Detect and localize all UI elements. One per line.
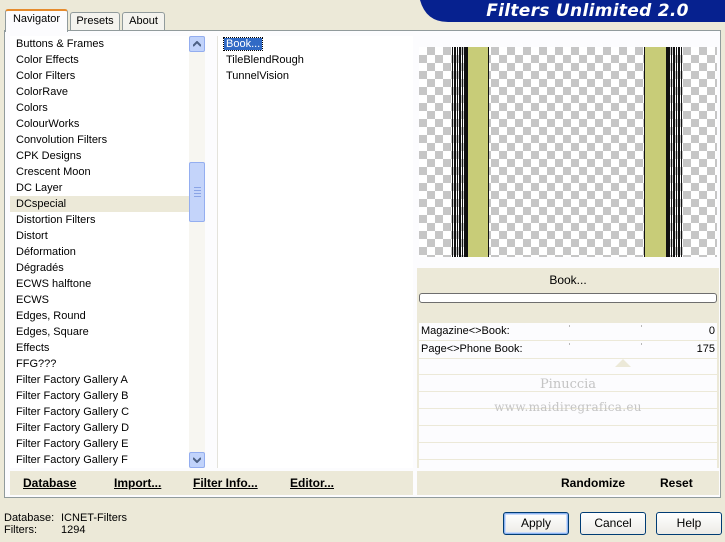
category-item[interactable]: Color Filters bbox=[10, 68, 205, 84]
grip-icon bbox=[194, 187, 201, 197]
scroll-thumb[interactable] bbox=[189, 162, 205, 222]
progress-bar bbox=[419, 293, 717, 303]
watermark-url: www.maidiregrafica.eu bbox=[494, 400, 642, 414]
tab-presets[interactable]: Presets bbox=[70, 12, 120, 31]
book-stripe bbox=[468, 47, 488, 257]
page-line bbox=[666, 47, 670, 257]
category-item[interactable]: CPK Designs bbox=[10, 148, 205, 164]
filter-preview bbox=[419, 47, 717, 257]
param-empty-row bbox=[419, 427, 717, 443]
category-item[interactable]: DCspecial bbox=[10, 196, 205, 212]
filter-item[interactable]: TileBlendRough bbox=[218, 52, 413, 68]
filter-list[interactable]: Book... TileBlendRough TunnelVision bbox=[217, 36, 413, 468]
param-magazine-book[interactable]: Magazine<>Book: 0 bbox=[419, 323, 717, 341]
database-button[interactable]: Database bbox=[23, 475, 76, 491]
page-line bbox=[671, 47, 672, 257]
slider-tick bbox=[641, 343, 642, 345]
slider-tick bbox=[569, 325, 570, 327]
scroll-down-button[interactable] bbox=[189, 452, 205, 468]
category-item[interactable]: FFG??? bbox=[10, 356, 205, 372]
category-item[interactable]: DC Layer bbox=[10, 180, 205, 196]
apply-button[interactable]: Apply bbox=[503, 512, 569, 535]
category-item[interactable]: Filter Factory Gallery D bbox=[10, 420, 205, 436]
status-filters-label: Filters: bbox=[4, 524, 37, 536]
category-item[interactable]: Distortion Filters bbox=[10, 212, 205, 228]
param-label: Page<>Phone Book: bbox=[421, 343, 523, 355]
page-line bbox=[462, 47, 463, 257]
param-value[interactable]: 0 bbox=[709, 323, 715, 340]
randomize-button[interactable]: Randomize bbox=[561, 475, 625, 491]
navigator-button-bar: Database Import... Filter Info... Editor… bbox=[10, 471, 413, 495]
book-preview-image bbox=[452, 47, 682, 257]
watermark-name: Pinuccia bbox=[539, 377, 597, 392]
title-banner: Filters Unlimited 2.0 bbox=[420, 0, 725, 22]
editor-button[interactable]: Editor... bbox=[290, 475, 334, 491]
category-item[interactable]: Colors bbox=[10, 100, 205, 116]
app-title: Filters Unlimited 2.0 bbox=[486, 1, 689, 21]
category-item[interactable]: Filter Factory Gallery F bbox=[10, 452, 205, 468]
param-value[interactable]: 175 bbox=[697, 341, 715, 358]
category-item[interactable]: Déformation bbox=[10, 244, 205, 260]
category-item[interactable]: Buttons & Frames bbox=[10, 36, 205, 52]
status-filters-value: 1294 bbox=[61, 524, 86, 536]
filter-info-button[interactable]: Filter Info... bbox=[193, 475, 258, 491]
filter-item[interactable]: TunnelVision bbox=[218, 68, 413, 84]
category-item[interactable]: Filter Factory Gallery B bbox=[10, 388, 205, 404]
page-line bbox=[464, 47, 468, 257]
tab-about[interactable]: About bbox=[122, 12, 165, 31]
watermark: Pinuccia www.maidiregrafica.eu bbox=[419, 376, 717, 416]
param-empty-row bbox=[419, 359, 717, 375]
status-database-label: Database: bbox=[4, 512, 55, 524]
page-line bbox=[681, 47, 682, 257]
category-item[interactable]: Convolution Filters bbox=[10, 132, 205, 148]
category-item[interactable]: Dégradés bbox=[10, 260, 205, 276]
category-item[interactable]: ColorRave bbox=[10, 84, 205, 100]
filter-item-label: TunnelVision bbox=[226, 70, 289, 82]
import-button[interactable]: Import... bbox=[114, 475, 161, 491]
category-item[interactable]: Effects bbox=[10, 340, 205, 356]
page-line bbox=[452, 47, 453, 257]
page-line bbox=[678, 47, 680, 257]
status-filters: Filters: 1294 bbox=[4, 524, 85, 537]
category-item[interactable]: Filter Factory Gallery E bbox=[10, 436, 205, 452]
slider-tick bbox=[569, 343, 570, 345]
category-scrollbar[interactable] bbox=[189, 36, 205, 468]
page-line bbox=[454, 47, 456, 257]
page-line bbox=[457, 47, 458, 257]
page-line bbox=[676, 47, 677, 257]
category-item[interactable]: Edges, Round bbox=[10, 308, 205, 324]
filter-item-label: TileBlendRough bbox=[226, 54, 304, 66]
scroll-up-button[interactable] bbox=[189, 36, 205, 52]
page-line bbox=[644, 47, 645, 257]
category-item[interactable]: ECWS halftone bbox=[10, 276, 205, 292]
category-item[interactable]: Color Effects bbox=[10, 52, 205, 68]
category-item[interactable]: Edges, Square bbox=[10, 324, 205, 340]
cancel-button[interactable]: Cancel bbox=[580, 512, 646, 535]
parameter-button-bar: Randomize Reset bbox=[417, 471, 719, 495]
chevron-down-icon bbox=[193, 457, 201, 463]
current-filter-name: Book... bbox=[549, 273, 587, 287]
category-item[interactable]: Distort bbox=[10, 228, 205, 244]
category-item[interactable]: ECWS bbox=[10, 292, 205, 308]
category-item[interactable]: Filter Factory Gallery A bbox=[10, 372, 205, 388]
slider-tick bbox=[641, 325, 642, 327]
category-item[interactable]: ColourWorks bbox=[10, 116, 205, 132]
book-stripe bbox=[645, 47, 666, 257]
page-line bbox=[459, 47, 461, 257]
chevron-up-icon bbox=[193, 41, 201, 47]
param-label: Magazine<>Book: bbox=[421, 325, 510, 337]
category-list[interactable]: Buttons & Frames Color Effects Color Filte… bbox=[10, 36, 205, 468]
category-item[interactable]: Crescent Moon bbox=[10, 164, 205, 180]
page-line bbox=[673, 47, 675, 257]
tab-navigator[interactable]: Navigator bbox=[5, 9, 68, 32]
reset-button[interactable]: Reset bbox=[660, 475, 693, 491]
param-empty-row bbox=[419, 444, 717, 460]
help-button[interactable]: Help bbox=[656, 512, 722, 535]
category-item[interactable]: Filter Factory Gallery C bbox=[10, 404, 205, 420]
page-line bbox=[488, 47, 489, 257]
filter-item-label: Book... bbox=[222, 37, 264, 51]
param-page-phonebook[interactable]: Page<>Phone Book: 175 bbox=[419, 341, 717, 367]
filter-item[interactable]: Book... bbox=[218, 36, 413, 52]
